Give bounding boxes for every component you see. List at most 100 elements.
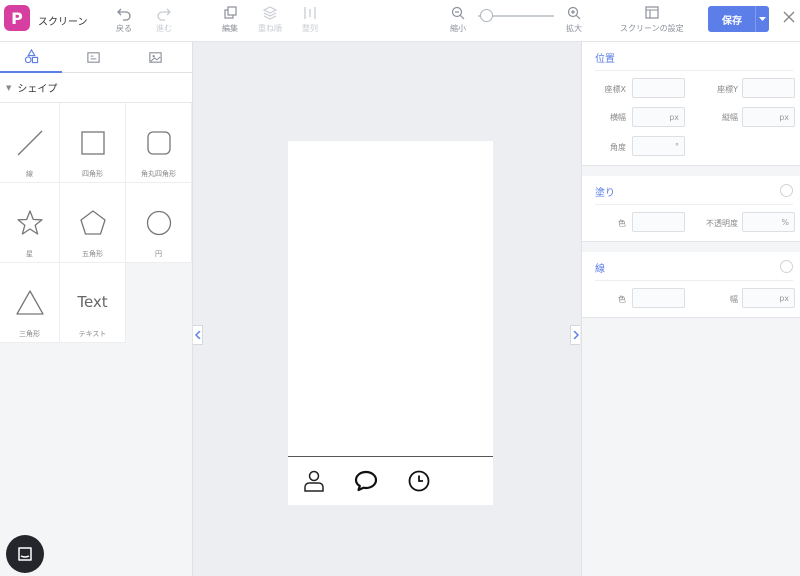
stroke-color-label: 色 xyxy=(618,295,626,304)
tab-images[interactable] xyxy=(124,42,186,73)
chevron-right-icon xyxy=(572,331,579,339)
divider xyxy=(595,204,793,205)
undo-icon xyxy=(117,8,131,21)
shape-label: 線 xyxy=(26,170,33,178)
fill-color-label: 色 xyxy=(618,219,626,228)
shape-label: 五角形 xyxy=(82,250,103,258)
divider xyxy=(595,280,793,281)
shape-item-triangle[interactable]: 三角形 xyxy=(0,263,60,343)
screen-settings-icon xyxy=(645,6,659,19)
chevron-left-icon xyxy=(194,331,201,339)
opacity-label: 不透明度 xyxy=(706,219,738,228)
triangle-icon xyxy=(16,290,44,315)
height-label: 縦幅 xyxy=(722,113,738,122)
star-icon xyxy=(17,210,43,235)
properties-panel: 位置 座標X 座標Y 横幅 px 縦幅 px 角度 ° 塗り 色 不透明度 % … xyxy=(581,42,800,576)
opacity-field[interactable]: % xyxy=(742,212,795,232)
stroke-title: 線 xyxy=(595,264,605,275)
line-icon xyxy=(17,130,43,156)
shape-item-star[interactable]: 星 xyxy=(0,183,60,263)
shape-item-line[interactable]: 線 xyxy=(0,103,60,183)
redo-icon xyxy=(157,8,171,21)
tab-bar[interactable] xyxy=(288,456,493,505)
shape-item-pentagon[interactable]: 五角形 xyxy=(60,183,126,263)
collapse-right-panel-button[interactable] xyxy=(570,325,580,345)
collapse-left-panel-button[interactable] xyxy=(193,325,203,345)
caret-down-icon: ▼ xyxy=(6,83,12,92)
layers-icon xyxy=(262,6,278,20)
shape-item-rounded-square[interactable]: 角丸四角形 xyxy=(126,103,192,183)
y-field[interactable] xyxy=(742,78,795,98)
y-label: 座標Y xyxy=(717,85,738,94)
shape-label: 四角形 xyxy=(82,170,103,178)
shape-item-circle[interactable]: 円 xyxy=(126,183,192,263)
undo-label: 戻る xyxy=(116,24,132,33)
zoom-out-icon xyxy=(451,6,465,20)
zoom-in-button[interactable]: 拡大 xyxy=(566,5,582,34)
height-field[interactable]: px xyxy=(742,107,795,127)
rounded-square-icon xyxy=(147,131,171,155)
angle-label: 角度 xyxy=(610,143,626,152)
screen-title[interactable]: スクリーン xyxy=(38,13,88,28)
stroke-width-label: 幅 xyxy=(730,295,738,304)
align-button[interactable]: 整列 xyxy=(302,5,318,34)
shapes-icon xyxy=(24,49,38,64)
chat-bubble-icon[interactable] xyxy=(354,469,378,493)
shape-label: テキスト xyxy=(78,330,107,338)
position-title: 位置 xyxy=(595,54,615,65)
edit-icon xyxy=(224,6,237,19)
pentagon-icon xyxy=(80,210,106,235)
align-icon xyxy=(304,7,316,19)
edit-label: 編集 xyxy=(222,24,238,33)
fill-section: 塗り 色 不透明度 % xyxy=(582,176,800,242)
screen-settings-button[interactable]: スクリーンの設定 xyxy=(620,5,684,34)
stroke-color-field[interactable] xyxy=(632,288,685,308)
user-icon[interactable] xyxy=(302,469,326,493)
zoom-out-button[interactable]: 縮小 xyxy=(450,5,466,34)
tab-components[interactable] xyxy=(62,42,124,73)
save-button[interactable]: 保存 xyxy=(708,6,756,32)
image-icon xyxy=(148,52,162,63)
order-button[interactable]: 重ね順 xyxy=(258,5,282,34)
shape-label: 円 xyxy=(155,250,162,258)
zoom-out-label: 縮小 xyxy=(450,24,466,33)
x-label: 座標X xyxy=(604,85,626,94)
app-logo[interactable]: P xyxy=(4,5,30,31)
stroke-toggle[interactable] xyxy=(780,260,793,273)
order-label: 重ね順 xyxy=(258,24,282,33)
redo-button[interactable]: 進む xyxy=(156,5,172,34)
screen-artboard[interactable] xyxy=(288,141,493,505)
save-options-button[interactable] xyxy=(755,6,769,32)
fill-color-field[interactable] xyxy=(632,212,685,232)
chat-support-button[interactable] xyxy=(6,535,44,573)
fill-title: 塗り xyxy=(595,188,615,199)
zoom-slider-handle[interactable] xyxy=(479,9,493,22)
angle-field[interactable]: ° xyxy=(632,136,685,156)
shape-label: 角丸四角形 xyxy=(141,170,176,178)
shapes-section-title: シェイプ xyxy=(17,84,58,95)
screen-settings-label: スクリーンの設定 xyxy=(620,24,684,33)
clock-icon[interactable] xyxy=(407,469,431,493)
stroke-section: 線 色 幅 px xyxy=(582,252,800,318)
fill-toggle[interactable] xyxy=(780,184,793,197)
tab-shapes[interactable] xyxy=(0,42,62,73)
component-icon xyxy=(86,52,100,63)
shape-item-text[interactable]: Text テキスト xyxy=(60,263,126,343)
width-field[interactable]: px xyxy=(632,107,685,127)
text-icon: Text xyxy=(77,293,108,311)
width-label: 横幅 xyxy=(610,113,626,122)
redo-label: 進む xyxy=(156,24,172,33)
align-label: 整列 xyxy=(302,24,318,33)
close-icon[interactable] xyxy=(782,10,796,24)
edit-button[interactable]: 編集 xyxy=(222,5,238,34)
zoom-in-icon xyxy=(567,6,581,20)
undo-button[interactable]: 戻る xyxy=(116,5,132,34)
shapes-section-header[interactable]: ▼ シェイプ xyxy=(0,73,192,103)
divider xyxy=(595,70,793,71)
stroke-width-field[interactable]: px xyxy=(742,288,795,308)
left-panel: ▼ シェイプ 線 四角形 角丸四角形 星 五角形 円 三角形 Text テキスト xyxy=(0,42,193,576)
shape-item-square[interactable]: 四角形 xyxy=(60,103,126,183)
chat-icon xyxy=(18,547,32,561)
x-field[interactable] xyxy=(632,78,685,98)
square-icon xyxy=(81,131,105,155)
